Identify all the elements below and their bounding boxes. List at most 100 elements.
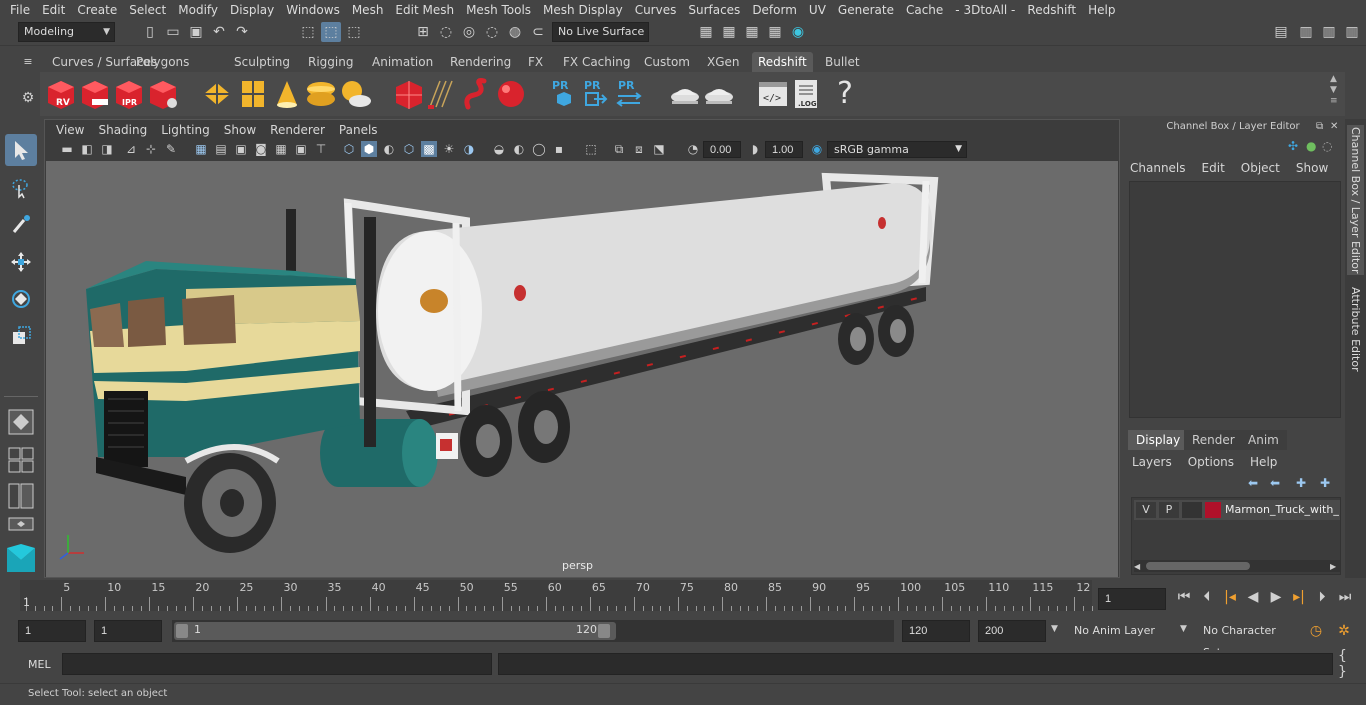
animation-start-field[interactable]	[18, 620, 86, 642]
rs-pr-export-icon[interactable]: PR	[578, 77, 612, 111]
range-bar[interactable]: 1 120	[174, 622, 616, 640]
play-forwards-icon[interactable]: ▶	[1266, 587, 1286, 607]
range-end-handle[interactable]	[598, 624, 610, 638]
animation-end-field[interactable]	[978, 620, 1046, 642]
rs-render-view-icon[interactable]: RV	[44, 77, 78, 111]
ipr-render-icon[interactable]: ▦	[742, 22, 762, 42]
render-view-icon[interactable]: ▦	[696, 22, 716, 42]
color-management-icon[interactable]: ◉	[809, 141, 825, 157]
gamma-icon[interactable]: ◗	[747, 141, 763, 157]
new-layer-selected-icon[interactable]: ✚	[1320, 476, 1330, 490]
textured-icon[interactable]: ▩	[421, 141, 437, 157]
channel-box-side-tab[interactable]: Channel Box / Layer Editor	[1347, 125, 1364, 275]
menu-select[interactable]: Select	[123, 3, 172, 17]
shelf-tab-animation[interactable]: Animation	[366, 52, 439, 72]
scroll-right-icon[interactable]: ▶	[1330, 562, 1336, 571]
shelf-tab-fx-caching[interactable]: FX Caching	[557, 52, 636, 72]
wireframe-icon[interactable]: ⬡	[341, 141, 357, 157]
status-dot-icon[interactable]: ●	[1306, 139, 1316, 153]
playback-end-field[interactable]	[902, 620, 970, 642]
menu-mesh[interactable]: Mesh	[346, 3, 390, 17]
save-scene-icon[interactable]: ▣	[186, 22, 206, 42]
viewport-menu-renderer[interactable]: Renderer	[263, 123, 332, 137]
image-plane-icon[interactable]: ⊿	[123, 141, 139, 157]
frame-selected-icon[interactable]: ⧈	[631, 141, 647, 157]
rs-batch-render-icon[interactable]	[78, 77, 112, 111]
go-to-start-icon[interactable]: ⏮	[1174, 587, 1194, 607]
multisample-icon[interactable]: ▪	[551, 141, 567, 157]
move-layer-down-icon[interactable]: ⬅	[1270, 476, 1280, 490]
script-editor-icon[interactable]: { }	[1338, 648, 1358, 680]
panel-layout-2-icon[interactable]: ▥	[1319, 22, 1339, 42]
smooth-shade-icon[interactable]: ⬢	[361, 141, 377, 157]
menu-create[interactable]: Create	[71, 3, 123, 17]
close-icon[interactable]: ✕	[1330, 121, 1338, 132]
rs-material-icon[interactable]	[702, 77, 736, 111]
undo-icon[interactable]: ↶	[209, 22, 229, 42]
layer-menu-help[interactable]: Help	[1250, 455, 1277, 471]
channel-menu-edit[interactable]: Edit	[1202, 161, 1225, 177]
lasso-tool-icon[interactable]	[5, 172, 37, 204]
xray-icon[interactable]: ◒	[491, 141, 507, 157]
resolution-gate-icon[interactable]: ▣	[233, 141, 249, 157]
float-icon[interactable]: ⧉	[1316, 121, 1323, 132]
workspace-icon[interactable]: ▤	[1271, 22, 1291, 42]
axis-icon[interactable]: ✣	[1288, 139, 1298, 153]
isolate-select-icon[interactable]: ⬚	[583, 141, 599, 157]
rs-light-icon[interactable]	[200, 77, 234, 111]
shelf-tab-sculpting[interactable]: Sculpting	[228, 52, 296, 72]
rs-render-settings-icon[interactable]	[146, 77, 180, 111]
viewport-menu-show[interactable]: Show	[217, 123, 263, 137]
layer-visibility-toggle[interactable]: V	[1136, 502, 1156, 518]
menu-mesh-display[interactable]: Mesh Display	[537, 3, 629, 17]
panel-layout-3-icon[interactable]: ▥	[1342, 22, 1362, 42]
rs-pr-box-icon[interactable]: PR	[546, 77, 580, 111]
layer-tab-anim[interactable]: Anim	[1240, 430, 1287, 450]
script-language-label[interactable]: MEL	[28, 658, 51, 671]
menu-edit-mesh[interactable]: Edit Mesh	[389, 3, 460, 17]
step-back-key-icon[interactable]: |◂	[1220, 587, 1240, 607]
render-settings-icon[interactable]: ▦	[765, 22, 785, 42]
layer-menu-options[interactable]: Options	[1188, 455, 1234, 471]
rs-volume-icon[interactable]	[460, 77, 494, 111]
menu-3dtoall[interactable]: - 3DtoAll -	[949, 3, 1021, 17]
step-forward-key-icon[interactable]: ▸|	[1289, 587, 1309, 607]
film-gate-icon[interactable]: ▤	[213, 141, 229, 157]
layer-name[interactable]: Marmon_Truck_with_L	[1225, 502, 1339, 518]
wireframe-on-shaded-icon[interactable]: ⬡	[401, 141, 417, 157]
move-tool-icon[interactable]	[5, 246, 37, 278]
viewport-menu-view[interactable]: View	[49, 123, 91, 137]
animation-preferences-icon[interactable]: ✲	[1334, 621, 1354, 641]
shelf-tab-custom[interactable]: Custom	[638, 52, 696, 72]
chevron-down-icon[interactable]: ▼	[1051, 624, 1058, 634]
menu-deform[interactable]: Deform	[746, 3, 803, 17]
rs-proxy-icon[interactable]	[392, 77, 426, 111]
rs-ipr-icon[interactable]: IPR	[112, 77, 146, 111]
rs-spot-light-icon[interactable]	[270, 77, 304, 111]
playback-start-field[interactable]	[94, 620, 162, 642]
channel-menu-show[interactable]: Show	[1296, 161, 1328, 177]
shelf-tab-rigging[interactable]: Rigging	[302, 52, 359, 72]
step-back-icon[interactable]: ⏴	[1197, 587, 1217, 607]
grid-icon[interactable]: ▦	[193, 141, 209, 157]
panel-layout-icon[interactable]: ▥	[1296, 22, 1316, 42]
viewport-menu-shading[interactable]: Shading	[91, 123, 154, 137]
range-track[interactable]: 1 120	[172, 620, 894, 642]
layer-row[interactable]: V P Marmon_Truck_with_L	[1134, 500, 1340, 520]
settings-dot-icon[interactable]: ◌	[1322, 139, 1332, 153]
rs-area-light-icon[interactable]	[236, 77, 270, 111]
step-forward-icon[interactable]: ⏵	[1312, 587, 1332, 607]
menu-curves[interactable]: Curves	[629, 3, 683, 17]
color-space-dropdown[interactable]: sRGB gamma ▼	[827, 141, 967, 158]
viewport-scene[interactable]: persp	[46, 161, 1118, 577]
field-chart-icon[interactable]: ▦	[273, 141, 289, 157]
open-scene-icon[interactable]: ▭	[163, 22, 183, 42]
mode-selector[interactable]: Modeling ▼	[18, 22, 115, 42]
shelf-scroll[interactable]: ▲ ▼ ≡	[1330, 74, 1338, 107]
menu-surfaces[interactable]: Surfaces	[682, 3, 746, 17]
current-frame-field[interactable]	[1098, 588, 1166, 610]
channel-box-list[interactable]	[1129, 181, 1341, 418]
anim-layer-dropdown[interactable]: No Anim Layer	[1068, 620, 1180, 642]
menu-mesh-tools[interactable]: Mesh Tools	[460, 3, 537, 17]
gamma-field[interactable]	[765, 141, 803, 158]
